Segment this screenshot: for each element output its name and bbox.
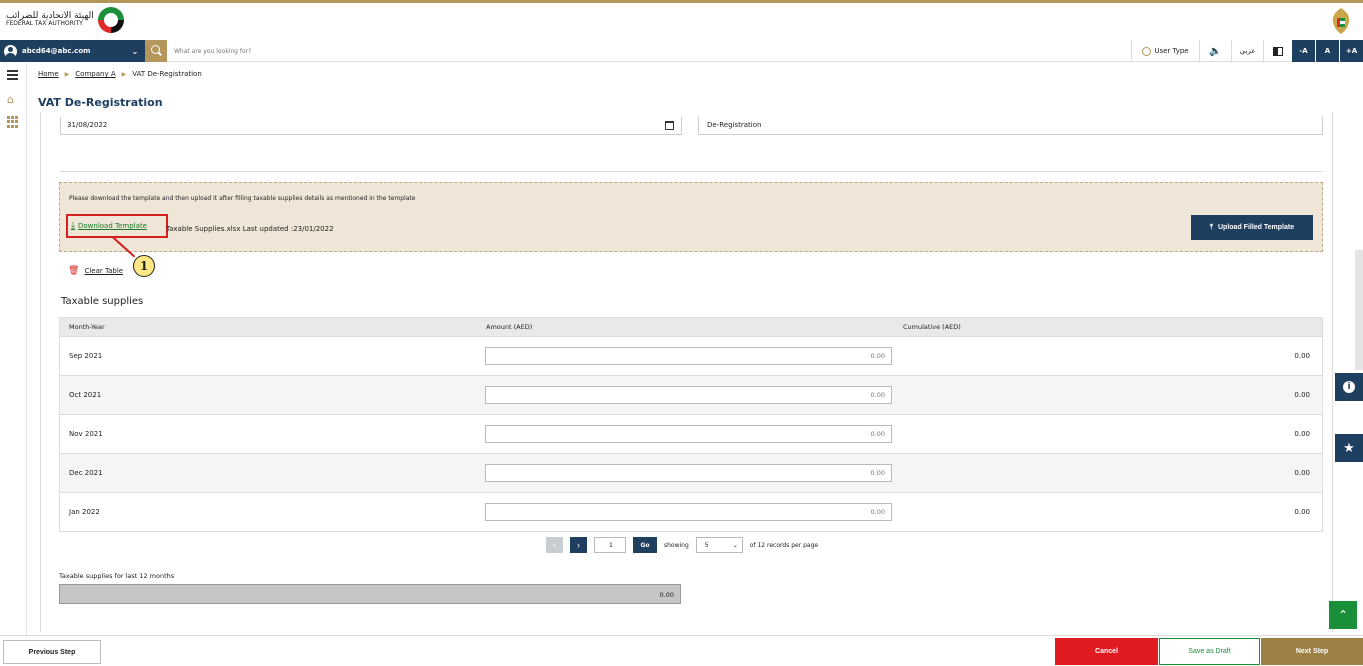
contrast-toggle[interactable]	[1263, 40, 1291, 62]
apps-grid-icon[interactable]	[7, 116, 20, 128]
contrast-icon	[1272, 46, 1283, 56]
user-menu[interactable]: abcd64@abc.com ⌄	[0, 40, 145, 62]
breadcrumb: Home ▶ Company A ▶ VAT De-Registration	[38, 70, 202, 78]
search-icon[interactable]	[145, 40, 167, 62]
records-label: of 12 records per page	[749, 541, 819, 549]
taxable-supplies-table: Month-Year Amount (AED) Cumulative (AED)…	[59, 317, 1323, 532]
month-cell: Sep 2021	[69, 352, 103, 360]
main-navbar: abcd64@abc.com ⌄ User Type 🔈 عربي -A A +…	[0, 40, 1363, 62]
page-title: VAT De-Registration	[38, 96, 163, 109]
amount-input[interactable]	[485, 386, 892, 404]
deregistration-date-field[interactable]: 31/08/2022	[60, 117, 682, 135]
breadcrumb-separator-icon: ▶	[64, 70, 70, 78]
amount-input[interactable]	[485, 347, 892, 365]
callout-badge: 1	[133, 255, 155, 277]
save-draft-button[interactable]: Save as Draft	[1159, 638, 1260, 665]
month-cell: Dec 2021	[69, 469, 103, 477]
cumulative-cell: 0.00	[1294, 508, 1310, 516]
amount-input[interactable]	[485, 425, 892, 443]
column-header: Month-Year	[69, 323, 105, 331]
search-input[interactable]	[174, 44, 774, 58]
cumulative-cell: 0.00	[1294, 469, 1310, 477]
scrollbar[interactable]	[1355, 250, 1363, 370]
next-page-button[interactable]: ›	[570, 537, 587, 553]
chevron-down-icon: ⌄	[732, 541, 738, 549]
amount-input[interactable]	[485, 464, 892, 482]
cancel-button[interactable]: Cancel	[1055, 638, 1158, 665]
download-template-link[interactable]: ⤓ Download Template	[66, 214, 168, 238]
favorite-star-icon[interactable]: ★	[1335, 434, 1363, 462]
scroll-to-top-icon[interactable]: ⌃	[1329, 601, 1357, 629]
breadcrumb-home[interactable]: Home	[38, 70, 59, 78]
footer-actions: Previous Step Cancel Save as Draft Next …	[0, 635, 1363, 666]
go-button[interactable]: Go	[633, 537, 657, 553]
section-divider	[60, 171, 1323, 172]
month-cell: Oct 2021	[69, 391, 102, 399]
font-normal-button[interactable]: A	[1315, 40, 1339, 62]
table-row: Sep 2021 0.00	[60, 336, 1322, 375]
left-sidebar: ⌂	[0, 63, 27, 635]
user-email: abcd64@abc.com	[22, 47, 91, 55]
clear-table-link[interactable]: 🗑 Clear Table	[68, 266, 123, 276]
template-panel: Please download the template and then up…	[59, 182, 1323, 252]
total-label: Taxable supplies for last 12 months	[59, 572, 175, 580]
table-row: Dec 2021 0.00	[60, 453, 1322, 492]
language-toggle[interactable]: عربي	[1231, 40, 1263, 62]
cumulative-cell: 0.00	[1294, 352, 1310, 360]
template-file-info: Taxable Supplies.xlsx Last updated :23/0…	[166, 225, 334, 233]
logo-english-text: FEDERAL TAX AUTHORITY	[6, 20, 83, 27]
total-value: 0.00	[59, 584, 681, 604]
font-increase-button[interactable]: +A	[1339, 40, 1363, 62]
table-row: Nov 2021 0.00	[60, 414, 1322, 453]
pagination: ‹ › 1 Go showing 5 ⌄ of 12 records per p…	[546, 537, 818, 553]
fta-logo[interactable]: الهيئة الاتحادية للضرائب FEDERAL TAX AUT…	[6, 7, 124, 33]
upload-filled-template-button[interactable]: ⤒ Upload Filled Template	[1191, 215, 1313, 240]
speaker-icon[interactable]: 🔈	[1199, 40, 1231, 62]
info-icon: i	[1343, 381, 1355, 393]
records-per-page-select[interactable]: 5 ⌄	[695, 537, 743, 553]
previous-page-button[interactable]: ‹	[546, 537, 563, 553]
section-title: Taxable supplies	[61, 296, 144, 307]
column-header: Amount (AED)	[486, 323, 533, 331]
month-cell: Jan 2022	[69, 508, 100, 516]
table-row: Oct 2021 0.00	[60, 375, 1322, 414]
home-icon[interactable]: ⌂	[7, 94, 20, 106]
trash-icon: 🗑	[68, 266, 80, 276]
uae-emblem-icon	[1332, 8, 1350, 34]
previous-step-button[interactable]: Previous Step	[3, 640, 101, 664]
chevron-down-icon[interactable]: ⌄	[129, 47, 141, 56]
calendar-icon[interactable]	[665, 121, 674, 130]
registration-type-field[interactable]: De-Registration	[698, 117, 1323, 135]
upload-icon: ⤒	[1209, 223, 1213, 231]
next-step-button[interactable]: Next Step	[1261, 638, 1363, 665]
breadcrumb-current: VAT De-Registration	[132, 70, 202, 78]
amount-input[interactable]	[485, 503, 892, 521]
breadcrumb-separator-icon: ▶	[121, 70, 127, 78]
logo-arabic-text: الهيئة الاتحادية للضرائب	[6, 11, 94, 21]
table-row: Jan 2022 0.00	[60, 492, 1322, 531]
top-header: الهيئة الاتحادية للضرائب FEDERAL TAX AUT…	[0, 0, 1363, 37]
showing-label: showing	[664, 541, 689, 549]
download-icon: ⤓	[71, 221, 75, 231]
cumulative-cell: 0.00	[1294, 430, 1310, 438]
hamburger-menu-icon[interactable]	[7, 70, 20, 82]
fta-logo-mark-icon	[97, 7, 124, 33]
page-number-input[interactable]: 1	[594, 537, 626, 553]
month-cell: Nov 2021	[69, 430, 103, 438]
template-instructions: Please download the template and then up…	[69, 195, 416, 202]
font-decrease-button[interactable]: -A	[1291, 40, 1315, 62]
cumulative-cell: 0.00	[1294, 391, 1310, 399]
breadcrumb-company[interactable]: Company A	[75, 70, 115, 78]
table-header: Month-Year Amount (AED) Cumulative (AED)	[60, 318, 1322, 336]
info-button[interactable]: i	[1335, 373, 1363, 401]
column-header: Cumulative (AED)	[903, 323, 961, 331]
user-type-button[interactable]: User Type	[1131, 40, 1199, 62]
user-avatar-icon	[4, 44, 17, 58]
gear-icon	[1142, 46, 1152, 56]
